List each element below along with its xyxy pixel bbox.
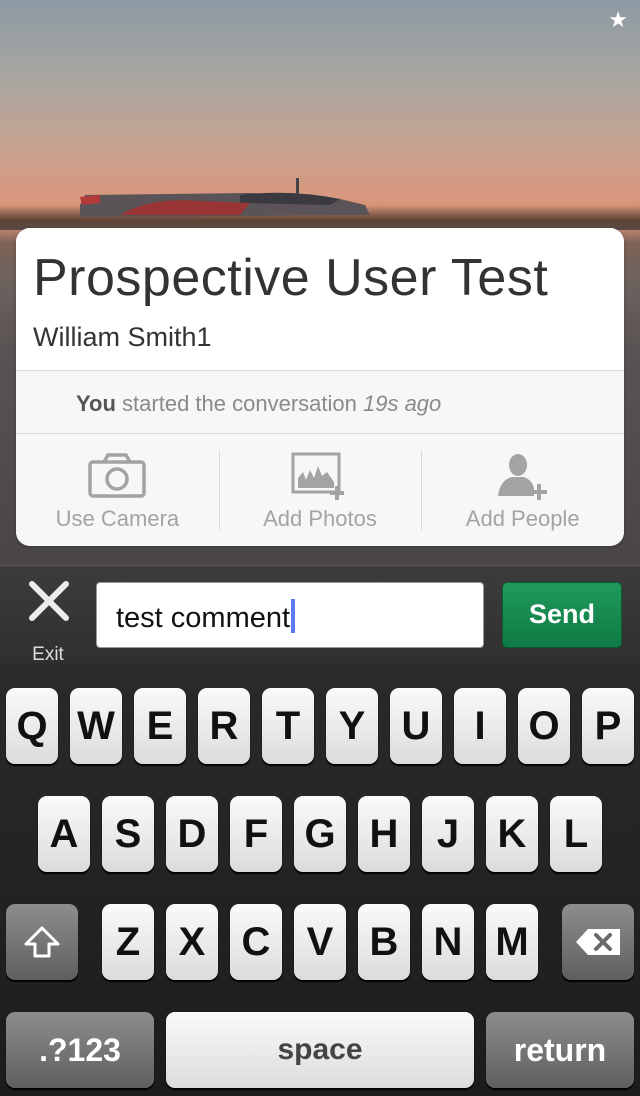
- on-screen-keyboard: Q W E R T Y U I O P A S D F G H J K L Z …: [0, 665, 640, 1096]
- key-t[interactable]: T: [262, 688, 314, 764]
- key-h[interactable]: H: [358, 796, 410, 872]
- card-header: Prospective User Test William Smith1: [16, 228, 624, 371]
- key-x[interactable]: X: [166, 904, 218, 980]
- key-j[interactable]: J: [422, 796, 474, 872]
- activity-description: started the conversation: [122, 391, 357, 416]
- delete-key[interactable]: [562, 904, 634, 980]
- activity-actor: You: [76, 391, 116, 416]
- key-r[interactable]: R: [198, 688, 250, 764]
- space-key[interactable]: space: [166, 1012, 474, 1088]
- key-s[interactable]: S: [102, 796, 154, 872]
- shift-key[interactable]: [6, 904, 78, 980]
- return-key[interactable]: return: [486, 1012, 634, 1088]
- add-people-label: Add People: [465, 506, 580, 531]
- backspace-icon: [576, 929, 620, 955]
- numbers-key[interactable]: .?123: [6, 1012, 154, 1088]
- add-people-icon: [497, 454, 547, 500]
- comment-text: test comment: [116, 602, 291, 634]
- conversation-card: Prospective User Test William Smith1 You…: [16, 228, 624, 546]
- comment-text-wrap: test comment: [116, 599, 296, 635]
- key-n[interactable]: N: [422, 904, 474, 980]
- participant-name: William Smith1: [33, 322, 212, 352]
- activity-text: You started the conversation 19s ago: [76, 391, 441, 417]
- shift-arrow-icon: [24, 926, 60, 958]
- close-icon: [29, 581, 69, 621]
- conversation-title: Prospective User Test: [33, 249, 549, 307]
- add-photos-label: Add Photos: [263, 506, 377, 531]
- key-z[interactable]: Z: [102, 904, 154, 980]
- key-v[interactable]: V: [294, 904, 346, 980]
- key-w[interactable]: W: [70, 688, 122, 764]
- add-photos-button[interactable]: Add Photos: [218, 434, 422, 546]
- key-u[interactable]: U: [390, 688, 442, 764]
- star-icon[interactable]: ★: [608, 8, 628, 33]
- camera-icon: [88, 453, 147, 498]
- text-caret: [291, 599, 296, 633]
- key-o[interactable]: O: [518, 688, 570, 764]
- comment-bar: Exit test comment Send: [0, 565, 640, 666]
- add-photos-icon: [291, 452, 344, 500]
- activity-row: You started the conversation 19s ago: [16, 371, 624, 434]
- key-k[interactable]: K: [486, 796, 538, 872]
- exit-label: Exit: [32, 644, 64, 665]
- key-a[interactable]: A: [38, 796, 90, 872]
- car-silhouette: [80, 178, 370, 217]
- key-d[interactable]: D: [166, 796, 218, 872]
- key-e[interactable]: E: [134, 688, 186, 764]
- key-q[interactable]: Q: [6, 688, 58, 764]
- key-l[interactable]: L: [550, 796, 602, 872]
- key-b[interactable]: B: [358, 904, 410, 980]
- add-people-button[interactable]: Add People: [421, 434, 624, 546]
- activity-time: 19s ago: [362, 391, 442, 416]
- card-actions: Use Camera Add Photos Add People: [16, 434, 624, 546]
- key-m[interactable]: M: [486, 904, 538, 980]
- use-camera-button[interactable]: Use Camera: [16, 434, 219, 546]
- key-p[interactable]: P: [582, 688, 634, 764]
- exit-button[interactable]: Exit: [18, 578, 78, 665]
- use-camera-label: Use Camera: [55, 506, 180, 531]
- key-g[interactable]: G: [294, 796, 346, 872]
- key-c[interactable]: C: [230, 904, 282, 980]
- comment-input[interactable]: test comment: [96, 582, 484, 648]
- send-button[interactable]: Send: [502, 582, 622, 648]
- key-y[interactable]: Y: [326, 688, 378, 764]
- key-i[interactable]: I: [454, 688, 506, 764]
- key-f[interactable]: F: [230, 796, 282, 872]
